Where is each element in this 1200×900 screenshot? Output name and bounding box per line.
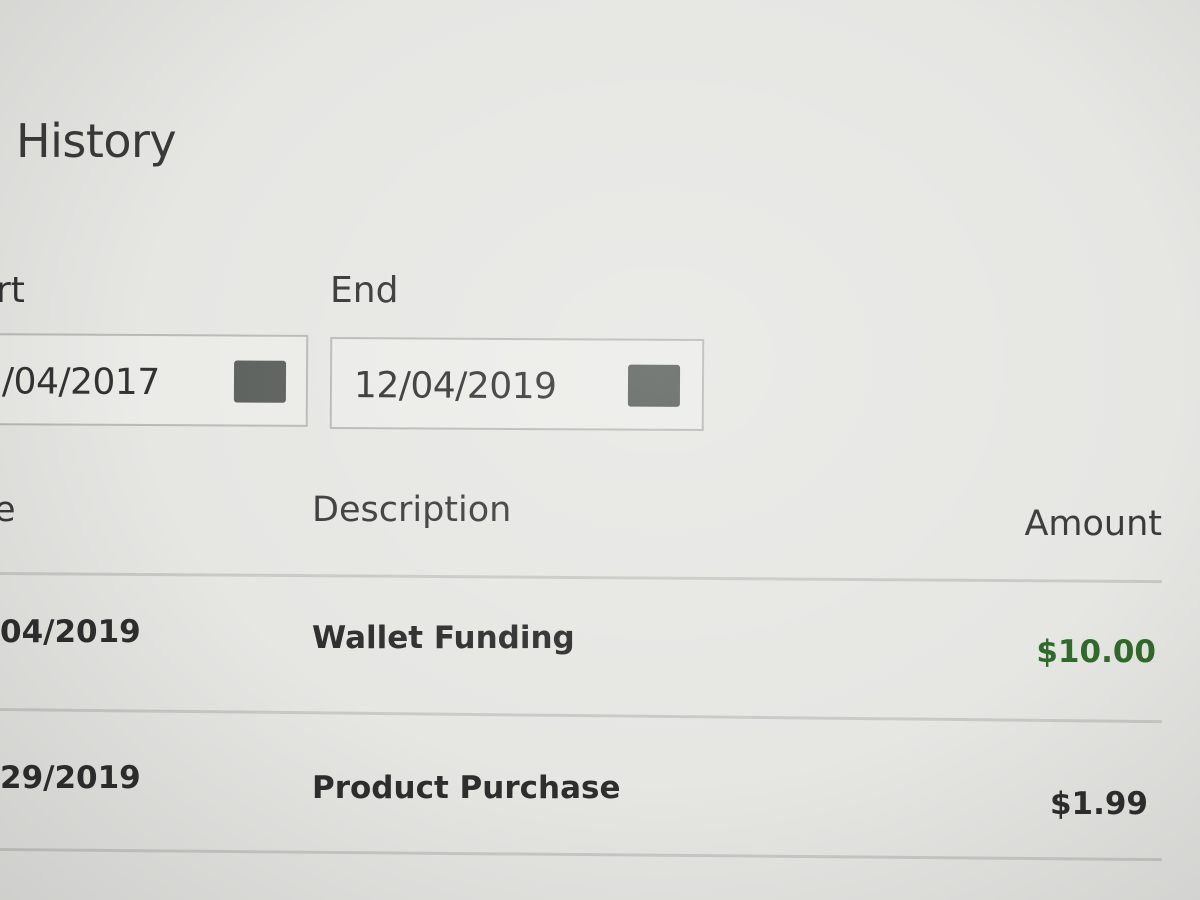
row-divider: [0, 572, 1162, 584]
calendar-icon[interactable]: [627, 364, 681, 407]
start-date-label: rt: [0, 270, 25, 311]
row-description: Product Purchase: [312, 770, 621, 806]
row-divider: [0, 708, 1162, 724]
column-header-description[interactable]: Description: [312, 490, 511, 530]
end-date-label: End: [330, 270, 399, 311]
screen-glare: [0, 0, 1200, 900]
column-header-date[interactable]: e: [0, 490, 16, 530]
calendar-icon[interactable]: [233, 360, 287, 403]
start-date-field[interactable]: /04/2017: [0, 333, 309, 427]
row-date: 04/2019: [0, 614, 141, 650]
row-amount: $10.00: [1036, 634, 1156, 670]
start-date-value: /04/2017: [1, 361, 160, 404]
row-date: 29/2019: [0, 760, 141, 796]
row-description: Wallet Funding: [312, 620, 575, 656]
row-divider: [0, 848, 1162, 862]
column-header-amount[interactable]: Amount: [1024, 504, 1162, 544]
end-date-value: 12/04/2019: [353, 365, 557, 408]
page-title: History: [16, 114, 177, 168]
end-date-field[interactable]: 12/04/2019: [329, 337, 705, 431]
row-amount: $1.99: [1049, 786, 1148, 822]
